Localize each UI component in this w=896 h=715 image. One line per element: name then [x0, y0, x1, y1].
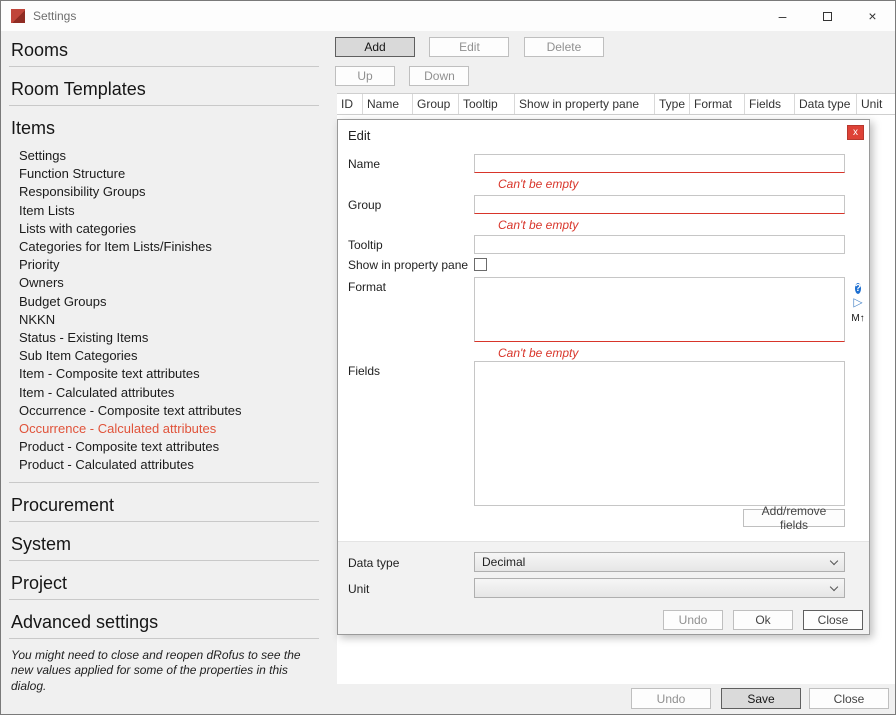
sidebar-item-function-structure[interactable]: Function Structure	[19, 165, 319, 183]
sidebar-item-item-calculated-attributes[interactable]: Item - Calculated attributes	[19, 384, 319, 402]
dialog-close-button-bottom[interactable]: Close	[803, 610, 863, 630]
data-type-label: Data type	[348, 556, 399, 570]
name-field[interactable]	[474, 154, 845, 173]
sidebar-section-rooms[interactable]: Rooms	[9, 31, 319, 67]
dialog-ok-button[interactable]: Ok	[733, 610, 793, 630]
sidebar-item-responsibility-groups[interactable]: Responsibility Groups	[19, 183, 319, 201]
unit-dropdown[interactable]	[474, 578, 845, 598]
fields-field[interactable]	[474, 361, 845, 506]
column-header-unit: Unit	[857, 94, 895, 114]
sidebar-item-nkkn[interactable]: NKKN	[19, 311, 319, 329]
down-button[interactable]: Down	[409, 66, 469, 86]
column-header-group: Group	[413, 94, 459, 114]
add-remove-fields-button[interactable]: Add/remove fields	[743, 509, 845, 527]
column-header-show-in-property-pane: Show in property pane	[515, 94, 655, 114]
group-label: Group	[348, 198, 381, 212]
column-header-id: ID	[337, 94, 363, 114]
sidebar-item-settings[interactable]: Settings	[19, 147, 319, 165]
sidebar-section-project[interactable]: Project	[9, 561, 319, 600]
column-header-fields: Fields	[745, 94, 795, 114]
tooltip-field[interactable]	[474, 235, 845, 254]
settings-sidebar: Rooms Room Templates Items Settings Func…	[1, 31, 329, 714]
up-button[interactable]: Up	[335, 66, 395, 86]
run-format-icon[interactable]: ▷	[849, 296, 867, 308]
sidebar-section-items[interactable]: Items	[9, 106, 319, 144]
data-type-dropdown[interactable]: Decimal	[474, 552, 845, 572]
maximize-icon	[823, 12, 832, 21]
name-label: Name	[348, 157, 380, 171]
show-in-property-pane-checkbox[interactable]	[474, 258, 487, 271]
column-header-type: Type	[655, 94, 690, 114]
unit-label: Unit	[348, 582, 369, 596]
column-header-data-type: Data type	[795, 94, 857, 114]
window-title: Settings	[33, 9, 76, 23]
window-footer: Undo Save Close	[337, 684, 895, 714]
delete-button[interactable]: Delete	[524, 37, 604, 57]
close-icon: ×	[868, 8, 876, 24]
sidebar-footnote: You might need to close and reopen dRofu…	[11, 648, 317, 695]
items-subsection-list: Settings Function Structure Responsibili…	[9, 144, 319, 483]
edit-dialog: Edit x Name Can't be empty Group Can't b…	[337, 119, 870, 635]
chevron-down-icon	[830, 556, 838, 564]
toolbar-row-1: Add Edit Delete	[335, 37, 604, 57]
content-pane: Add Edit Delete Up Down ID Name Group To…	[329, 31, 895, 714]
edit-button[interactable]: Edit	[429, 37, 509, 57]
group-validation-message: Can't be empty	[498, 218, 578, 232]
sidebar-item-budget-groups[interactable]: Budget Groups	[19, 293, 319, 311]
sidebar-item-lists-with-categories[interactable]: Lists with categories	[19, 220, 319, 238]
footer-undo-button[interactable]: Undo	[631, 688, 711, 709]
fields-label: Fields	[348, 364, 380, 378]
format-label: Format	[348, 280, 386, 294]
sidebar-section-system[interactable]: System	[9, 522, 319, 561]
sidebar-item-occurrence-composite-text-attributes[interactable]: Occurrence - Composite text attributes	[19, 402, 319, 420]
sidebar-item-item-composite-text-attributes[interactable]: Item - Composite text attributes	[19, 365, 319, 383]
column-header-format: Format	[690, 94, 745, 114]
footer-close-button[interactable]: Close	[809, 688, 889, 709]
sidebar-item-item-lists[interactable]: Item Lists	[19, 202, 319, 220]
sidebar-item-product-composite-text-attributes[interactable]: Product - Composite text attributes	[19, 438, 319, 456]
chevron-down-icon	[830, 582, 838, 590]
sidebar-item-categories-for-item-lists[interactable]: Categories for Item Lists/Finishes	[19, 238, 319, 256]
sidebar-item-occurrence-calculated-attributes-selected[interactable]: Occurrence - Calculated attributes	[19, 420, 319, 438]
override-icon[interactable]: M↑	[849, 314, 867, 324]
sidebar-item-priority[interactable]: Priority	[19, 256, 319, 274]
column-header-name: Name	[363, 94, 413, 114]
sidebar-item-owners[interactable]: Owners	[19, 274, 319, 292]
sidebar-section-advanced-settings[interactable]: Advanced settings	[9, 600, 319, 639]
window-titlebar[interactable]: Settings – ×	[1, 1, 895, 31]
sidebar-section-room-templates[interactable]: Room Templates	[9, 67, 319, 106]
footer-save-button[interactable]: Save	[721, 688, 801, 709]
dialog-undo-button[interactable]: Undo	[663, 610, 723, 630]
tooltip-label: Tooltip	[348, 238, 383, 252]
add-button[interactable]: Add	[335, 37, 415, 57]
show-in-property-pane-label: Show in property pane	[348, 258, 468, 272]
data-type-selected-value: Decimal	[482, 555, 525, 569]
format-field[interactable]	[474, 277, 845, 342]
sidebar-section-procurement[interactable]: Procurement	[9, 483, 319, 522]
sidebar-item-product-calculated-attributes[interactable]: Product - Calculated attributes	[19, 456, 319, 474]
table-header-row: ID Name Group Tooltip Show in property p…	[337, 94, 895, 115]
settings-window: Settings – × Rooms Room Templates Items …	[0, 0, 896, 715]
minimize-button[interactable]: –	[760, 1, 805, 31]
app-icon	[11, 9, 25, 23]
maximize-button[interactable]	[805, 1, 850, 31]
dialog-close-button[interactable]: x	[847, 125, 864, 140]
sidebar-item-sub-item-categories[interactable]: Sub Item Categories	[19, 347, 319, 365]
edit-dialog-title: Edit	[348, 128, 370, 143]
group-field[interactable]	[474, 195, 845, 214]
toolbar-row-2: Up Down	[335, 66, 469, 86]
sidebar-item-status-existing-items[interactable]: Status - Existing Items	[19, 329, 319, 347]
column-header-tooltip: Tooltip	[459, 94, 515, 114]
format-validation-message: Can't be empty	[498, 346, 578, 360]
minimize-icon: –	[779, 8, 787, 24]
close-button[interactable]: ×	[850, 1, 895, 31]
edit-dialog-titlebar[interactable]: Edit x	[338, 120, 869, 147]
name-validation-message: Can't be empty	[498, 177, 578, 191]
help-icon[interactable]: ?	[849, 278, 867, 296]
dialog-button-row: Undo Ok Close	[663, 610, 863, 630]
